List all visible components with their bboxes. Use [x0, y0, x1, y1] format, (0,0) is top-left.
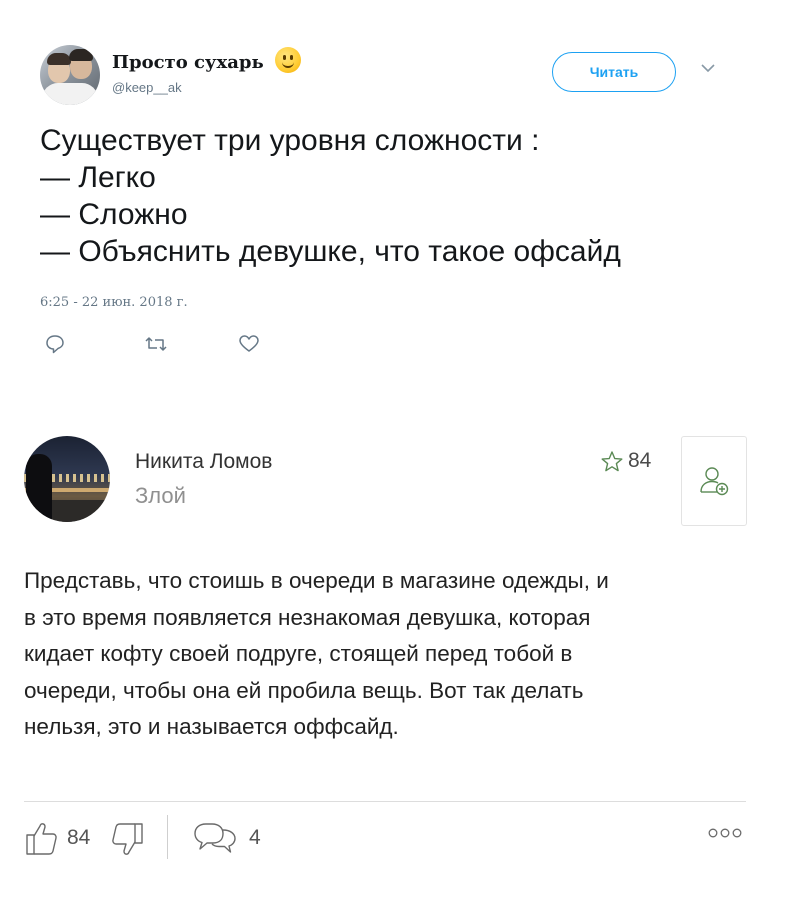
tweet-author-name[interactable]: Просто сухарь	[112, 52, 264, 73]
separator	[167, 815, 168, 859]
tweet-text-line: — Объяснить девушке, что такое офсайд	[40, 235, 621, 268]
tweet-text: Существует три уровня сложности : — Легк…	[40, 122, 760, 270]
comment-text-line: в это время появляется незнакомая девушк…	[24, 604, 591, 630]
reply-icon[interactable]	[44, 333, 66, 355]
follow-button[interactable]: Читать	[552, 52, 676, 92]
thumbs-up-icon[interactable]	[24, 819, 58, 857]
tweet-text-line: — Сложно	[40, 198, 188, 231]
comment-text-line: нельзя, это и называется оффсайд.	[24, 714, 399, 739]
more-dots-icon[interactable]	[708, 827, 742, 839]
like-heart-icon[interactable]	[238, 333, 260, 355]
author-rating: 84	[600, 449, 651, 473]
tweet-author-handle[interactable]: @keep__ak	[112, 80, 182, 95]
author-rating-value: 84	[628, 449, 652, 472]
comment-bubble-icon[interactable]	[192, 820, 238, 856]
comment-author-avatar[interactable]	[24, 436, 110, 522]
add-user-icon	[696, 463, 732, 499]
comment-text-line: очереди, чтобы она ей пробила вещь. Вот …	[24, 677, 584, 703]
chevron-down-icon[interactable]	[701, 64, 715, 73]
likes-count: 84	[67, 826, 91, 849]
comment-text-line: кидает кофту своей подруге, стоящей пере…	[24, 641, 573, 666]
comment-text: Представь, что стоишь в очереди в магази…	[24, 563, 764, 746]
comment-text-line: Представь, что стоишь в очереди в магази…	[24, 568, 609, 593]
slightly-smiling-face-emoji-icon	[275, 47, 301, 73]
star-outline-icon	[600, 450, 624, 473]
divider	[24, 801, 746, 802]
subscribe-author-button[interactable]	[681, 436, 747, 526]
comment-author-status: Злой	[135, 483, 186, 508]
comment-author-name[interactable]: Никита Ломов	[135, 450, 272, 474]
replies-count: 4	[249, 826, 261, 849]
retweet-icon[interactable]	[143, 333, 169, 355]
tweet-author-avatar[interactable]	[40, 45, 100, 105]
tweet-text-line: — Легко	[40, 161, 156, 194]
tweet-text-line: Существует три уровня сложности :	[40, 124, 540, 157]
thumbs-down-icon[interactable]	[108, 822, 144, 860]
tweet-timestamp[interactable]: 6:25 - 22 июн. 2018 г.	[40, 295, 188, 310]
